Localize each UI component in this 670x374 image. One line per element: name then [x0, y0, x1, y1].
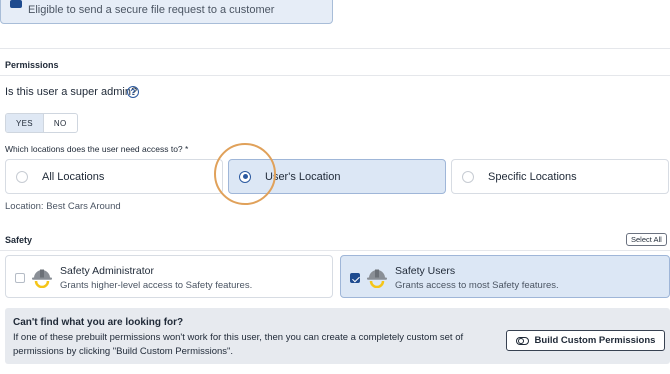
- location-option-label: Specific Locations: [488, 170, 577, 183]
- permission-card-safety-administrator[interactable]: Safety Administrator Grants higher-level…: [5, 255, 333, 298]
- custom-permissions-text: If one of these prebuilt permissions won…: [13, 332, 464, 357]
- permission-title: Safety Administrator: [60, 265, 154, 277]
- custom-permissions-box: Can't find what you are looking for? If …: [5, 308, 670, 364]
- location-option-label: User's Location: [265, 170, 341, 183]
- super-admin-yes-button[interactable]: YES: [6, 114, 44, 132]
- location-option-all[interactable]: All Locations: [5, 159, 223, 194]
- select-all-button[interactable]: Select All: [626, 233, 667, 246]
- hard-hat-icon: [367, 269, 387, 288]
- current-location-text: Location: Best Cars Around: [5, 201, 121, 212]
- checkbox[interactable]: [15, 273, 25, 283]
- hard-hat-icon: [32, 269, 52, 288]
- permission-title: Safety Users: [395, 265, 456, 277]
- super-admin-question: Is this user a super admin?: [5, 86, 138, 98]
- secure-file-request-checkbox[interactable]: [10, 0, 22, 8]
- divider: [0, 48, 670, 49]
- checkbox-checked[interactable]: [350, 273, 360, 283]
- location-option-specific[interactable]: Specific Locations: [451, 159, 669, 194]
- divider: [0, 75, 670, 76]
- build-custom-permissions-label: Build Custom Permissions: [534, 335, 656, 346]
- permission-description: Grants higher-level access to Safety fea…: [60, 280, 253, 291]
- super-admin-toggle: YES NO: [5, 113, 78, 133]
- location-option-label: All Locations: [42, 170, 105, 183]
- build-custom-permissions-button[interactable]: Build Custom Permissions: [506, 330, 665, 351]
- permission-description: Grants access to most Safety features.: [395, 280, 559, 291]
- toggle-icon: [515, 336, 529, 345]
- locations-question: Which locations does the user need acces…: [5, 144, 189, 154]
- divider: [0, 250, 670, 251]
- permissions-title: Permissions: [5, 60, 59, 70]
- radio-icon[interactable]: [462, 170, 474, 183]
- custom-permissions-title: Can't find what you are looking for?: [13, 317, 184, 328]
- secure-file-request-label: Eligible to send a secure file request t…: [28, 4, 275, 16]
- click-highlight-ring: [214, 143, 276, 205]
- permission-card-safety-users[interactable]: Safety Users Grants access to most Safet…: [340, 255, 670, 298]
- radio-icon[interactable]: [16, 170, 28, 183]
- super-admin-no-button[interactable]: NO: [44, 114, 77, 132]
- help-icon[interactable]: ?: [127, 86, 139, 98]
- safety-title: Safety: [5, 235, 33, 245]
